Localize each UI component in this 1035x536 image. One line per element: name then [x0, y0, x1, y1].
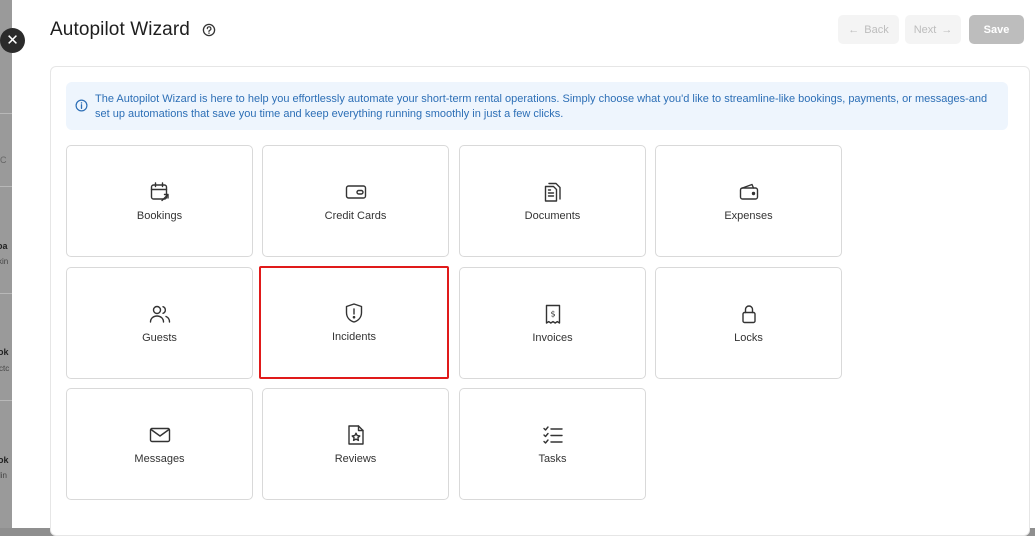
calendar-icon — [148, 180, 172, 204]
close-button[interactable]: ✕ — [0, 28, 25, 53]
card-label: Expenses — [724, 210, 773, 222]
background-text: ok — [0, 455, 9, 465]
help-icon[interactable] — [202, 23, 216, 37]
back-label: Back — [864, 23, 889, 36]
save-button[interactable]: Save — [969, 15, 1024, 44]
card-credit-cards[interactable]: Credit Cards — [262, 145, 449, 257]
card-label: Reviews — [334, 453, 377, 465]
save-label: Save — [983, 23, 1010, 36]
card-label: Tasks — [538, 453, 567, 465]
background-text: oa — [0, 241, 8, 251]
back-button[interactable]: ← Back — [838, 15, 899, 44]
divider — [0, 400, 12, 401]
users-icon — [148, 302, 172, 326]
background-page-strip: ’C oa kin ok ctc ok lin — [0, 0, 12, 528]
arrow-right-icon: → — [941, 23, 953, 36]
close-icon: ✕ — [6, 32, 19, 49]
background-subtext: kin — [0, 257, 9, 266]
checklist-icon — [541, 423, 565, 447]
info-banner-text: The Autopilot Wizard is here to help you… — [95, 93, 988, 120]
background-subtext: ctc — [0, 364, 10, 373]
card-guests[interactable]: Guests — [66, 267, 253, 379]
divider — [0, 113, 12, 114]
card-messages[interactable]: Messages — [66, 388, 253, 500]
card-label: Documents — [524, 210, 581, 222]
card-label: Guests — [142, 332, 177, 344]
documents-icon — [541, 180, 565, 204]
card-locks[interactable]: Locks — [655, 267, 842, 379]
card-expenses[interactable]: Expenses — [655, 145, 842, 257]
divider — [0, 186, 12, 187]
card-reviews[interactable]: Reviews — [262, 388, 449, 500]
next-button[interactable]: Next → — [905, 15, 961, 44]
background-subtext: lin — [0, 471, 8, 480]
envelope-icon — [148, 423, 172, 447]
info-banner: The Autopilot Wizard is here to help you… — [66, 82, 1008, 130]
card-invoices[interactable]: $ Invoices — [459, 267, 646, 379]
card-tasks[interactable]: Tasks — [459, 388, 646, 500]
svg-text:$: $ — [550, 310, 555, 319]
card-label: Locks — [734, 332, 763, 344]
background-text: ok — [0, 347, 9, 357]
card-label: Messages — [134, 453, 185, 465]
page-title: Autopilot Wizard — [50, 19, 190, 40]
receipt-dollar-icon: $ — [541, 302, 565, 326]
lock-icon — [737, 302, 761, 326]
background-text: ’C — [0, 155, 7, 165]
card-label: Bookings — [136, 210, 183, 222]
card-label: Incidents — [331, 331, 377, 343]
wallet-card-icon — [344, 180, 368, 204]
star-file-icon — [344, 423, 368, 447]
divider — [0, 293, 12, 294]
card-documents[interactable]: Documents — [459, 145, 646, 257]
next-label: Next — [913, 23, 937, 36]
arrow-left-icon: ← — [848, 23, 860, 36]
info-icon — [75, 99, 88, 112]
wallet-icon — [737, 180, 761, 204]
card-incidents[interactable]: Incidents — [259, 266, 449, 379]
card-label: Credit Cards — [324, 210, 387, 222]
card-label: Invoices — [532, 332, 573, 344]
shield-alert-icon — [342, 301, 366, 325]
card-bookings[interactable]: Bookings — [66, 145, 253, 257]
